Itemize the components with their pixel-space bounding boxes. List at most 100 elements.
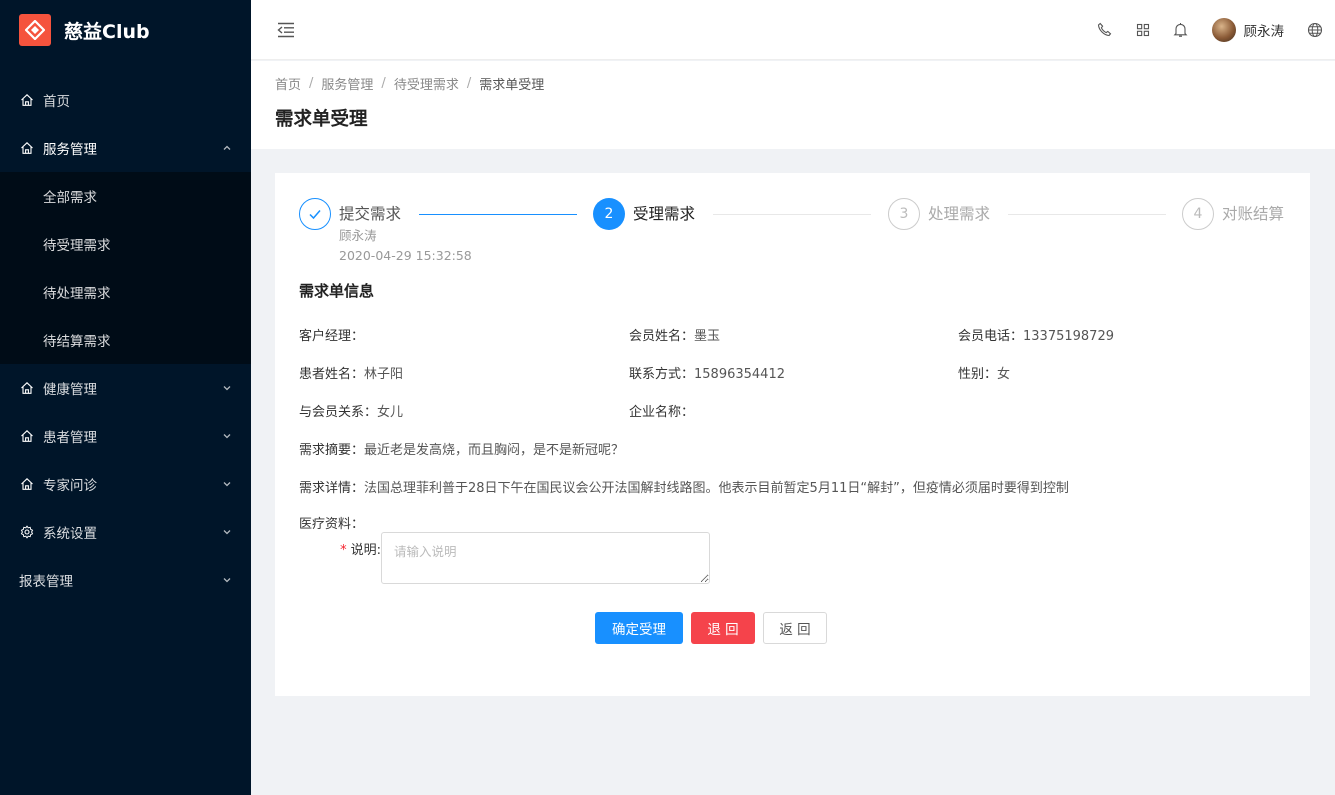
logo-icon [19,14,51,46]
avatar [1211,17,1236,42]
breadcrumb-item-service-management[interactable]: 服务管理 [321,74,373,93]
step-submit: 提交需求 顾永涛 2020-04-29 15:32:58 [299,198,472,266]
info-company: 企业名称： [629,405,695,420]
step-number: 4 [1182,198,1214,230]
sidebar-item-patient-management[interactable]: 患者管理 [0,412,251,460]
info-gender: 性别：女 [958,367,1011,382]
info-relation: 与会员关系：女儿 [299,405,404,420]
step-body: 处理需求 [928,198,990,230]
page-title: 需求单受理 [275,109,368,130]
content-card: 提交需求 顾永涛 2020-04-29 15:32:58 2 受理需求 3 处理… [275,173,1310,696]
breadcrumb-separator: / [309,76,314,91]
page-header: 首页 / 服务管理 / 待受理需求 / 需求单受理 需求单受理 [251,61,1335,149]
description-label: * 说明: [340,543,381,558]
sidebar-item-label: 健康管理 [43,382,97,398]
home-icon [19,380,35,396]
chevron-down-icon [221,382,233,394]
sidebar-item-expert-consultation[interactable]: 专家问诊 [0,460,251,508]
breadcrumb-item-current: 需求单受理 [479,78,545,93]
breadcrumb: 首页 / 服务管理 / 待受理需求 / 需求单受理 [275,74,1335,93]
confirm-accept-button[interactable]: 确定受理 [595,612,683,644]
info-member-name: 会员姓名：墨玉 [629,329,721,344]
gear-icon [19,524,35,540]
step-desc-user: 顾永涛 [339,228,377,243]
breadcrumb-separator: / [381,76,386,91]
sidebar-subitem-pending-settle[interactable]: 待结算需求 [0,316,251,364]
info-contact: 联系方式：15896354412 [629,367,785,382]
step-settle: 4 对账结算 [1182,198,1284,230]
steps: 提交需求 顾永涛 2020-04-29 15:32:58 2 受理需求 3 处理… [299,198,1289,268]
info-row: 与会员关系：女儿 企业名称： [299,401,694,420]
home-icon [19,428,35,444]
info-patient-name: 患者姓名：林子阳 [299,367,404,382]
info-row: 需求详情：法国总理菲利普于28日下午在国民议会公开法国解封线路图。他表示目前暂定… [299,477,1069,496]
step-connector-done [419,214,577,215]
step-title: 对账结算 [1222,205,1285,223]
sidebar-item-label: 患者管理 [43,430,97,446]
step-connector [1008,214,1166,215]
app-name: 慈益Club [64,20,150,43]
breadcrumb-item-pending-accept[interactable]: 待受理需求 [394,74,459,93]
breadcrumb-separator: / [466,76,472,91]
sidebar-item-report-management[interactable]: 报表管理 [0,556,251,604]
check-icon [299,198,331,230]
medical-material-label: 医疗资料： [299,517,365,532]
phone-icon[interactable] [1097,22,1113,38]
app-grid-icon[interactable] [1135,22,1151,38]
back-button[interactable]: 返 回 [763,612,827,644]
step-body: 对账结算 [1222,198,1284,230]
sidebar-item-label: 专家问诊 [43,478,97,494]
username: 顾永涛 [1243,23,1285,40]
sidebar-item-label: 系统设置 [43,526,97,542]
sidebar-item-label: 服务管理 [43,142,97,158]
header-actions: 顾永涛 [1086,0,1335,60]
step-number: 2 [593,198,625,230]
reject-button[interactable]: 退 回 [691,612,755,644]
step-process: 3 处理需求 [888,198,990,230]
description-textarea[interactable] [381,532,710,584]
sidebar-item-service-management[interactable]: 服务管理 [0,124,251,172]
sidebar-subitem-pending-process[interactable]: 待处理需求 [0,268,251,316]
globe-icon[interactable] [1307,22,1323,38]
info-member-phone: 会员电话：13375198729 [958,329,1114,344]
step-connector [713,214,871,215]
menu-fold-icon[interactable] [275,19,297,41]
chevron-down-icon [221,478,233,490]
top-header: 顾永涛 [251,0,1335,60]
sidebar-item-label: 报表管理 [19,574,73,590]
step-number: 3 [888,198,920,230]
submenu-service-management: 全部需求 待受理需求 待处理需求 待结算需求 [0,172,251,364]
chevron-up-icon [221,142,233,154]
sidebar-item-system-settings[interactable]: 系统设置 [0,508,251,556]
info-row: 需求摘要：最近老是发高烧，而且胸闷，是不是新冠呢？ [299,439,624,458]
home-icon [19,476,35,492]
info-detail: 需求详情：法国总理菲利普于28日下午在国民议会公开法国解封线路图。他表示目前暂定… [299,481,1069,496]
sidebar-item-label: 首页 [43,94,70,110]
breadcrumb-item-home[interactable]: 首页 [275,74,301,93]
chevron-down-icon [221,574,233,586]
home-icon [19,140,35,156]
sidebar-subitem-all-demands[interactable]: 全部需求 [0,172,251,220]
home-icon [19,92,35,108]
sidebar-menu: 首页 服务管理 全部需求 待受理需求 待处理需求 待结算需求 健康管理 患者管理… [0,76,251,604]
step-body: 受理需求 [633,198,695,230]
info-summary: 需求摘要：最近老是发高烧，而且胸闷，是不是新冠呢？ [299,443,625,458]
sidebar-item-home[interactable]: 首页 [0,76,251,124]
step-accept: 2 受理需求 [593,198,695,230]
step-title: 处理需求 [928,205,991,223]
chevron-down-icon [221,430,233,442]
info-manager: 客户经理： [299,329,365,344]
sidebar-subitem-pending-accept[interactable]: 待受理需求 [0,220,251,268]
user-menu[interactable]: 顾永涛 [1211,17,1285,42]
sidebar-item-health-management[interactable]: 健康管理 [0,364,251,412]
info-row: 患者姓名：林子阳 联系方式：15896354412 性别：女 [299,363,1010,382]
logo[interactable]: 慈益Club [0,0,251,60]
action-buttons: 确定受理 退 回 返 回 [595,612,835,644]
bell-icon[interactable] [1173,22,1189,38]
required-mark: * [340,543,347,558]
step-title: 受理需求 [633,205,696,223]
step-desc-time: 2020-04-29 15:32:58 [339,248,472,263]
step-body: 提交需求 顾永涛 2020-04-29 15:32:58 [339,198,472,266]
info-row: 客户经理： 会员姓名：墨玉 会员电话：13375198729 [299,325,1114,344]
chevron-down-icon [221,526,233,538]
